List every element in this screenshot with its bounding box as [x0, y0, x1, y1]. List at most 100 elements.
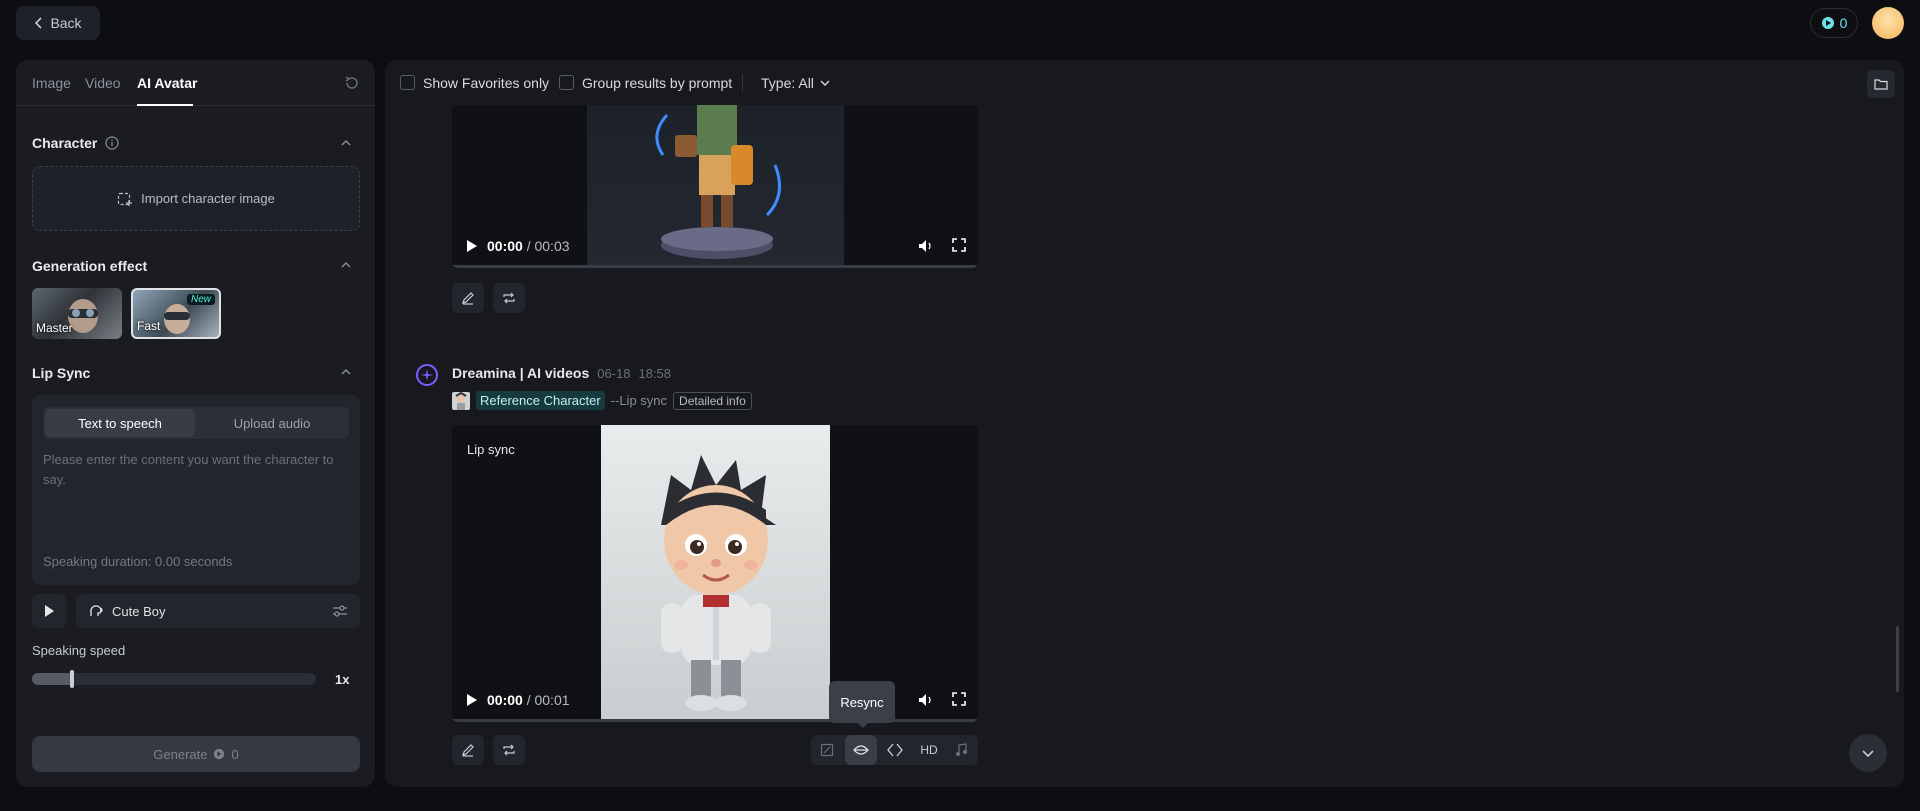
preview-voice-button[interactable] [32, 594, 66, 628]
extend-frame-button[interactable] [811, 735, 843, 765]
play-icon[interactable] [466, 239, 478, 253]
chevron-left-icon [35, 17, 43, 29]
chevron-up-icon[interactable] [340, 138, 352, 148]
fullscreen-icon[interactable] [952, 692, 966, 706]
reset-icon[interactable] [344, 75, 360, 91]
tab-active-indicator [137, 104, 193, 106]
upload-audio-tab[interactable]: Upload audio [197, 409, 347, 437]
volume-icon[interactable] [918, 239, 934, 253]
video-2-tags: Reference Character --Lip sync Detailed … [452, 391, 752, 410]
lips-icon [853, 745, 869, 755]
sliders-icon[interactable] [332, 604, 348, 618]
video-2-time: 18:58 [638, 366, 672, 381]
explorer-character-thumbnail [655, 105, 781, 259]
folder-icon [1874, 79, 1888, 90]
video-2-progress[interactable] [452, 719, 978, 722]
voice-head-icon [90, 605, 103, 616]
pencil-icon [462, 744, 474, 757]
video-1-frame [587, 105, 844, 268]
import-label: Import character image [141, 191, 275, 206]
tooltip-arrow [857, 722, 869, 728]
speech-text-input[interactable]: Please enter the content you want the ch… [43, 450, 353, 490]
import-character-button[interactable]: Import character image [32, 166, 360, 231]
generation-effect-title: Generation effect [32, 258, 148, 274]
toolbar-divider [742, 74, 743, 92]
scroll-to-bottom-button[interactable] [1849, 734, 1887, 772]
resync-tooltip: Resync [829, 681, 895, 723]
video-player-1[interactable]: 00:00 / 00:03 [452, 105, 978, 268]
type-filter-dropdown[interactable]: Type: All [761, 75, 830, 91]
effect-master-label: Master [36, 321, 73, 335]
tab-ai-avatar[interactable]: AI Avatar [137, 75, 197, 91]
video-2-current-time: 00:00 [487, 692, 523, 708]
credit-coin-icon [1821, 17, 1834, 29]
video-2-total-time: / 00:01 [526, 692, 570, 708]
dreamina-logo [416, 364, 438, 386]
tab-image[interactable]: Image [32, 75, 71, 91]
resync-button[interactable] [845, 735, 877, 765]
play-icon[interactable] [466, 693, 478, 707]
video-1-current-time: 00:00 [487, 238, 523, 254]
type-filter-label: Type: All [761, 75, 814, 91]
video-2-author: Dreamina | AI videos [452, 365, 590, 381]
chevron-up-icon[interactable] [340, 367, 352, 377]
detailed-info-button[interactable]: Detailed info [673, 391, 752, 410]
video-player-2[interactable]: Lip sync 00:00 / 00:01 [452, 425, 978, 722]
image-add-icon [118, 192, 133, 206]
favorites-label: Show Favorites only [423, 75, 550, 91]
chevron-down-icon [820, 80, 830, 86]
video-1-progress[interactable] [452, 265, 978, 268]
sparkle-icon [421, 369, 433, 381]
video-2-header: Dreamina | AI videos 06-18 18:58 [452, 365, 671, 381]
add-audio-button[interactable] [945, 735, 977, 765]
reference-character-tag[interactable]: Reference Character [476, 391, 605, 410]
voice-selector[interactable]: Cute Boy [76, 594, 360, 628]
effect-master[interactable]: Master [32, 288, 122, 339]
generate-button[interactable]: Generate 0 [32, 736, 360, 772]
speed-value: 1x [335, 672, 350, 687]
pencil-icon [462, 292, 474, 305]
text-to-speech-tab[interactable]: Text to speech [45, 409, 195, 437]
character-header: Character [32, 135, 119, 151]
tab-video[interactable]: Video [85, 75, 121, 91]
mode-tabs: Image Video AI Avatar [16, 60, 375, 106]
chevron-up-icon[interactable] [340, 260, 352, 270]
volume-icon[interactable] [918, 693, 934, 707]
cute-boy-character [661, 455, 776, 711]
speaking-duration: Speaking duration: 0.00 seconds [43, 554, 233, 569]
video-2-frame [601, 425, 830, 722]
speed-slider-handle[interactable] [69, 670, 74, 688]
regenerate-button[interactable] [493, 735, 525, 765]
interpolate-button[interactable] [879, 735, 911, 765]
chevron-down-icon [1862, 750, 1874, 758]
generate-label: Generate [153, 746, 208, 762]
credit-coin-icon [214, 748, 225, 760]
results-scrollbar[interactable] [1896, 626, 1899, 692]
back-button[interactable]: Back [16, 6, 100, 40]
edit-button[interactable] [452, 735, 484, 765]
effect-fast[interactable]: New Fast [131, 288, 221, 339]
folder-button[interactable] [1867, 70, 1895, 98]
repeat-icon [503, 292, 515, 304]
speed-fill [32, 673, 72, 685]
hd-upscale-button[interactable]: HD [913, 735, 945, 765]
group-checkbox[interactable] [559, 75, 574, 90]
user-avatar[interactable] [1872, 7, 1904, 39]
edit-button[interactable] [452, 283, 484, 313]
regenerate-button[interactable] [493, 283, 525, 313]
lip-sync-mode-toggle: Text to speech Upload audio [43, 407, 349, 439]
credits-count: 0 [1839, 15, 1848, 31]
video-tools-group: HD [811, 735, 978, 765]
repeat-icon [503, 744, 515, 756]
video-2-date: 06-18 [597, 366, 631, 381]
reference-character-thumbnail [452, 391, 470, 410]
speaking-speed-slider[interactable] [32, 673, 316, 685]
info-icon[interactable] [105, 136, 119, 150]
lip-sync-mode-tag: --Lip sync [610, 393, 668, 408]
favorites-checkbox[interactable] [400, 75, 415, 90]
credits-badge[interactable]: 0 [1810, 8, 1858, 38]
face-thumbnail-icon [164, 304, 190, 334]
group-label: Group results by prompt [582, 75, 733, 91]
music-note-icon [956, 743, 967, 756]
fullscreen-icon[interactable] [952, 238, 966, 252]
